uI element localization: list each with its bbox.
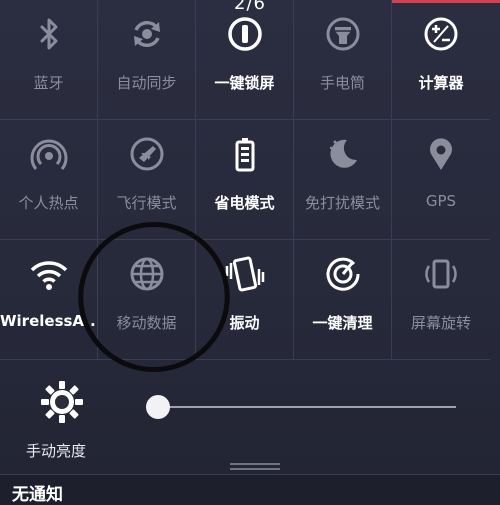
tile-do-not-disturb[interactable]: 免打扰模式 bbox=[294, 120, 392, 240]
quick-settings-panel: 2/6 蓝牙 自动同步 一键锁屏 手电筒 计算器 个人热点 飞行模式 省电模式 … bbox=[0, 0, 500, 505]
airplane-icon bbox=[127, 134, 167, 174]
tile-label: 自动同步 bbox=[116, 74, 177, 92]
drag-handle[interactable] bbox=[230, 463, 280, 465]
bluetooth-icon bbox=[29, 14, 69, 54]
clean-icon bbox=[323, 254, 363, 294]
tile-bluetooth[interactable]: 蓝牙 bbox=[0, 0, 98, 120]
tile-one-key-lock[interactable]: 一键锁屏 bbox=[196, 0, 294, 120]
no-notifications-text: 无通知 bbox=[12, 485, 63, 505]
tile-auto-sync[interactable]: 自动同步 bbox=[98, 0, 196, 120]
moon-icon bbox=[323, 134, 363, 174]
tile-label: 一键清理 bbox=[312, 314, 373, 332]
tile-label: 蓝牙 bbox=[33, 74, 64, 92]
tile-label: 个人热点 bbox=[18, 194, 79, 212]
tile-label: 飞行模式 bbox=[116, 194, 177, 212]
tile-flashlight[interactable]: 手电筒 bbox=[294, 0, 392, 120]
vibrate-icon bbox=[225, 254, 265, 294]
toggle-grid: 蓝牙 自动同步 一键锁屏 手电筒 计算器 个人热点 飞行模式 省电模式 免打扰模… bbox=[0, 0, 500, 360]
tile-screen-rotate[interactable]: 屏幕旋转 bbox=[392, 240, 490, 360]
wifi-icon bbox=[29, 254, 69, 294]
flashlight-icon bbox=[323, 14, 363, 54]
battery-icon bbox=[225, 134, 265, 174]
rotate-screen-icon bbox=[421, 254, 461, 294]
tile-calculator[interactable]: 计算器 bbox=[392, 0, 490, 120]
brightness-slider-track[interactable] bbox=[158, 406, 456, 408]
tile-label: GPS bbox=[425, 192, 457, 210]
sun-icon[interactable] bbox=[40, 380, 84, 424]
tile-gps[interactable]: GPS bbox=[392, 120, 490, 240]
hotspot-icon bbox=[29, 134, 69, 174]
tile-one-key-clean[interactable]: 一键清理 bbox=[294, 240, 392, 360]
brightness-mode-label: 手动亮度 bbox=[26, 442, 87, 460]
notification-area: 无通知 bbox=[0, 475, 500, 505]
tile-label: 屏幕旋转 bbox=[410, 314, 471, 332]
drag-handle[interactable] bbox=[230, 468, 280, 470]
sync-icon bbox=[127, 14, 167, 54]
tile-label: 计算器 bbox=[418, 74, 464, 92]
lock-screen-icon bbox=[225, 14, 265, 54]
location-pin-icon bbox=[421, 134, 461, 174]
tile-label: 省电模式 bbox=[214, 194, 275, 212]
tile-label: 免打扰模式 bbox=[304, 194, 380, 212]
brightness-slider-thumb[interactable] bbox=[146, 395, 170, 419]
tile-label: 一键锁屏 bbox=[214, 74, 275, 92]
tile-hotspot[interactable]: 个人热点 bbox=[0, 120, 98, 240]
brightness-control: 手动亮度 bbox=[0, 360, 500, 465]
calculator-icon bbox=[421, 14, 461, 54]
tile-power-saving[interactable]: 省电模式 bbox=[196, 120, 294, 240]
tile-label: 手电筒 bbox=[319, 74, 365, 92]
